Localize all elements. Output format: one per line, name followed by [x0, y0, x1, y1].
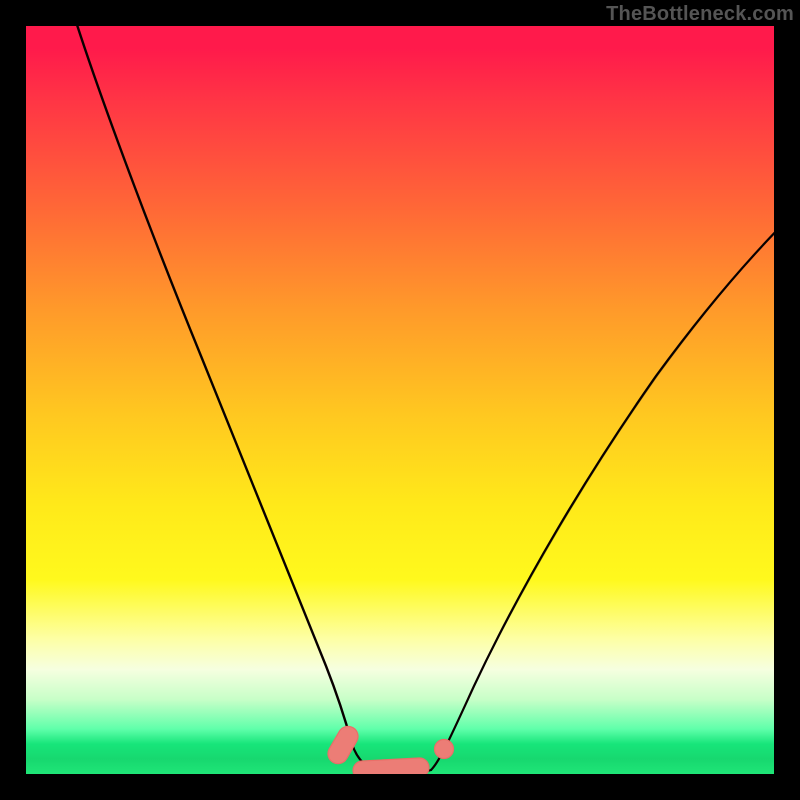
curve-left-branch [71, 26, 352, 744]
plot-area [26, 26, 774, 774]
watermark-text: TheBottleneck.com [606, 3, 794, 26]
marker-left [324, 723, 361, 768]
curve-right-branch-shadow [474, 215, 774, 686]
curve-right-branch [431, 216, 774, 770]
chart-frame: TheBottleneck.com [0, 0, 800, 800]
marker-middle [353, 758, 430, 774]
curve-layer [26, 26, 774, 774]
marker-right [435, 740, 454, 759]
